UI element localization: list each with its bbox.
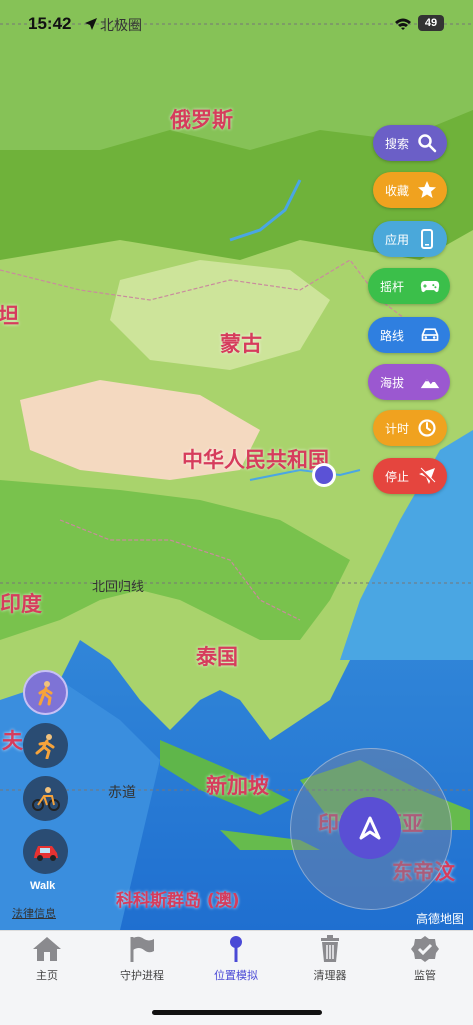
map-label-thailand: 泰国 [196,645,238,669]
side-button-label: 摇杆 [380,279,405,294]
map-label-mongolia: 蒙古 [220,332,262,356]
walking-person-icon [38,680,52,705]
shield-check-icon [411,936,439,962]
mountain-icon [420,372,440,392]
side-button-label: 路线 [380,328,405,343]
map-label-kazakh: 坦 [0,304,19,328]
house-icon [33,937,61,961]
side-button-label: 收藏 [385,183,410,198]
timer-icon [417,418,437,438]
tab-cleaner[interactable]: 清理器 [290,935,370,983]
map-label-china: 中华人民共和国 [182,448,329,472]
side-button-phone[interactable]: 应用 [373,221,447,257]
walk-mode-button[interactable] [23,670,68,715]
car-icon [420,325,440,345]
battery-icon: 49 [418,15,444,31]
phone-icon [417,229,437,249]
tab-daemon-label: 守护进程 [120,969,164,982]
side-button-stop-location[interactable]: 停止 [373,458,447,494]
side-button-car[interactable]: 路线 [368,317,450,353]
tab-supervision[interactable]: 监管 [385,935,465,983]
trash-icon [321,935,339,962]
arctic-circle-label: 北极圈 [100,18,142,34]
map-view[interactable]: 15:42 北极圈 49 俄罗斯 坦 蒙古 中华人民共和国 印度 泰国 夫 新加… [0,0,473,930]
side-button-label: 海拔 [380,375,405,390]
home-indicator [152,1010,322,1015]
run-mode-button[interactable] [23,723,68,768]
pin-icon [230,936,242,962]
status-bar: 15:42 北极圈 49 [0,0,473,48]
running-person-icon [35,733,54,759]
tab-daemon[interactable]: 守护进程 [102,935,182,983]
star-icon [417,180,437,200]
status-time: 15:42 [28,14,72,33]
tab-location-sim-label: 位置模拟 [214,969,258,982]
tab-location-sim[interactable]: 位置模拟 [196,935,276,983]
side-button-search[interactable]: 搜索 [373,125,447,161]
flag-icon [130,936,154,962]
map-label-india: 印度 [0,592,42,616]
car-icon [33,845,58,861]
cyclist-icon [31,786,60,811]
equator-label: 赤道 [108,785,136,801]
side-button-star[interactable]: 收藏 [373,172,447,208]
joystick-knob[interactable] [339,797,401,859]
wifi-icon [394,16,412,35]
search-icon [417,133,437,153]
side-button-mountain[interactable]: 海拔 [368,364,450,400]
legal-info-link[interactable]: 法律信息 [12,905,56,921]
bike-mode-button[interactable] [23,776,68,821]
side-button-label: 应用 [385,232,410,247]
car-mode-button[interactable] [23,829,68,874]
side-button-timer[interactable]: 计时 [373,410,447,446]
tab-supervision-label: 监管 [414,969,436,982]
map-label-cocos: 科科斯群岛 (澳) [116,891,240,911]
map-attribution: 高德地图 [416,912,465,926]
tropic-of-cancer-label: 北回归线 [92,580,145,595]
current-location-dot [312,463,336,487]
side-button-label: 搜索 [385,136,410,151]
location-arrow-icon [84,16,98,35]
walk-mode-label: Walk [30,880,56,892]
side-button-label: 计时 [385,421,410,436]
gamepad-icon [420,276,440,296]
map-label-singapore: 新加坡 [206,774,269,798]
side-button-label: 停止 [385,469,410,484]
tab-home-label: 主页 [36,969,58,982]
tab-cleaner-label: 清理器 [313,969,347,982]
side-button-gamepad[interactable]: 摇杆 [368,268,450,304]
map-label-russia: 俄罗斯 [170,108,233,132]
map-label-maldives: 夫 [2,729,23,753]
tab-home[interactable]: 主页 [7,935,87,983]
stop-location-icon [417,466,437,486]
direction-arrow-icon [359,816,381,840]
